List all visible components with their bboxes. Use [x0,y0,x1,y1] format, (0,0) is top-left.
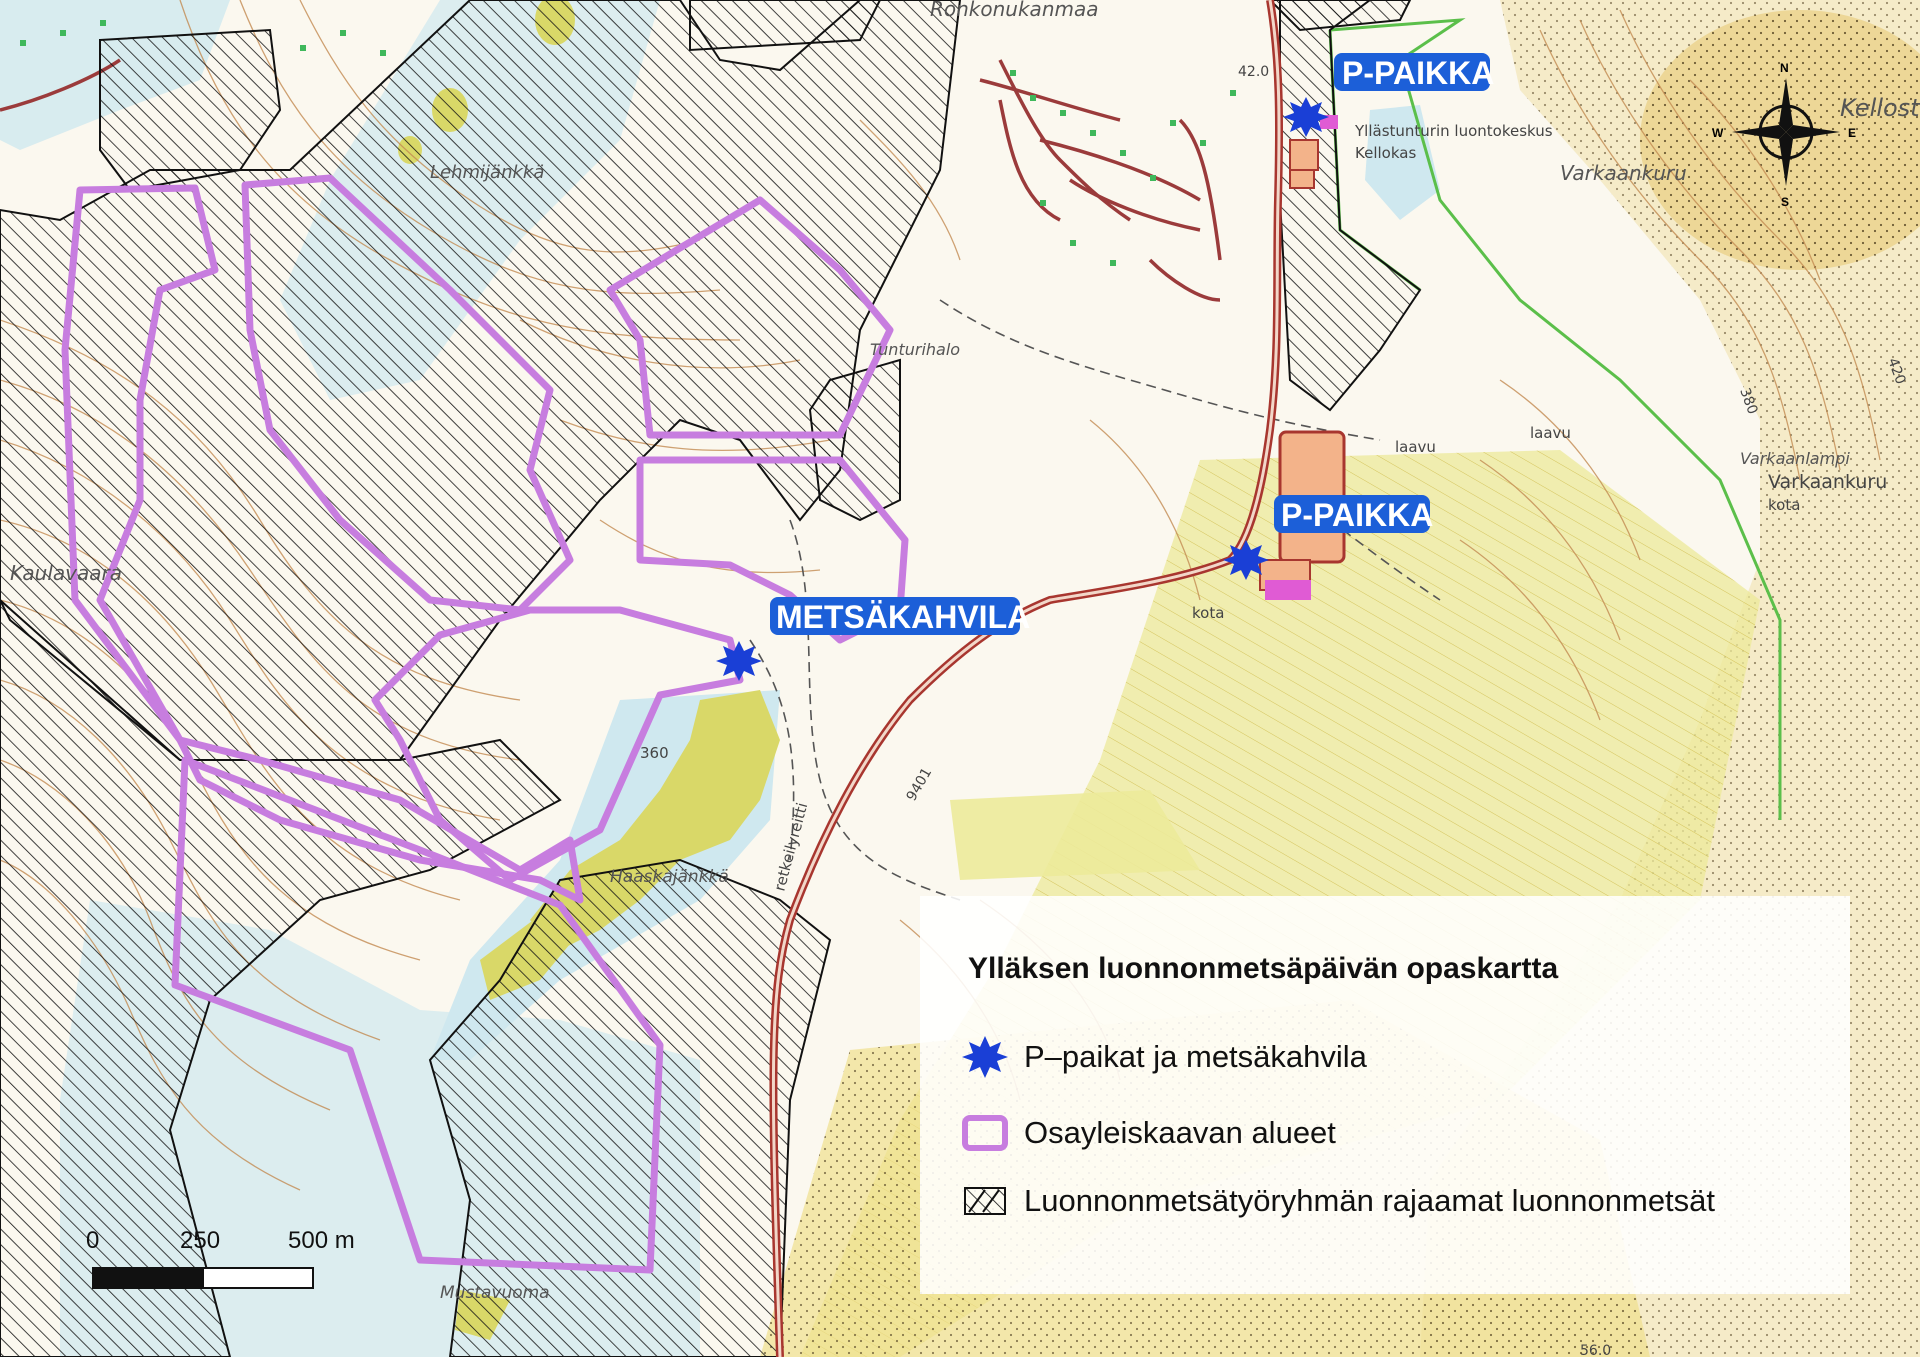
scale-tick-0: 0 [86,1227,99,1254]
label-tunturihalo: Tunturihalo [870,340,960,359]
label-varkaankuru-top: Varkaankuru [1560,161,1687,185]
label-luontokeskus: Yllästunturin luontokeskus [1354,122,1553,140]
label-kellokas: Kellokas [1355,144,1416,162]
scale-tick-500: 500 m [288,1227,355,1254]
metsakahvila-label: METSÄKAHVILA [776,599,1030,635]
hatched-box-icon [960,1176,1010,1226]
purple-outline-box-icon [960,1108,1010,1158]
legend-item-luonnonmetsat: Luonnonmetsätyöryhmän rajaamat luonnonme… [960,1176,1715,1226]
label-elev-560: 56.0 [1580,1343,1611,1357]
compass-n: N [1780,61,1789,75]
p-paikka-2-label: P-PAIKKA [1281,497,1433,533]
scale-tick-250: 250 [180,1227,220,1254]
label-haaskajankka: Haaskajänkkä [610,867,729,887]
legend-item-p-paikat: P–paikat ja metsäkahvila [960,1032,1367,1082]
label-laavu-2: laavu [1530,424,1571,442]
compass-w: W [1712,126,1724,140]
legend-item-osayleiskaava: Osayleiskaavan alueet [960,1108,1336,1158]
label-ronkonukanmaa: Ronkonukanmaa [930,0,1099,21]
label-kota-2: kota [1192,604,1224,622]
label-contour-360: 360 [640,744,669,762]
legend-label-p-paikat: P–paikat ja metsäkahvila [1024,1039,1367,1074]
label-lehmijankka: Lehmijänkkä [430,162,544,183]
label-varkaankuru-right: Varkaankuru [1768,471,1887,493]
blue-star-icon [960,1032,1010,1082]
legend-title: Ylläksen luonnonmetsäpäivän opaskartta [968,952,1559,985]
label-laavu-1: laavu [1395,438,1436,456]
legend-label-osayleiskaava: Osayleiskaavan alueet [1024,1115,1336,1150]
legend-label-luonnonmetsat: Luonnonmetsätyöryhmän rajaamat luonnonme… [1024,1183,1716,1218]
label-kellostapuli: Kellost [1840,94,1920,122]
label-mustavuoma: Mustavuoma [440,1283,550,1303]
map-legend: Ylläksen luonnonmetsäpäivän opaskartta P… [920,896,1850,1294]
label-varkaanlampi: Varkaanlampi [1740,449,1850,468]
label-kota-1: kota [1768,496,1800,514]
p-paikka-1-label: P-PAIKKA [1342,55,1494,91]
compass-s: S [1781,195,1789,209]
label-elev-top: 42.0 [1238,64,1269,80]
label-kaulavaara: Kaulavaara [10,561,122,585]
compass-e: E [1848,126,1856,140]
